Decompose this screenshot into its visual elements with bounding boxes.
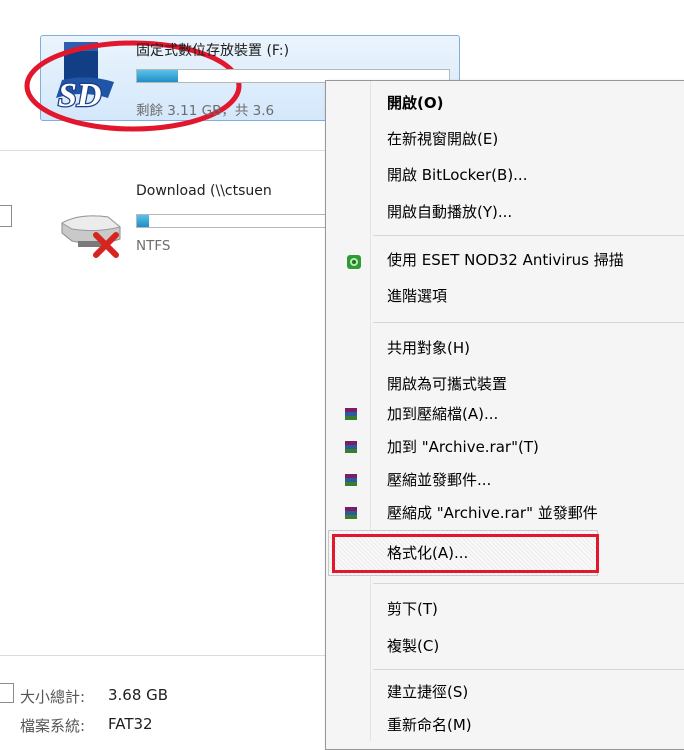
network-drive-filesystem: NTFS (136, 238, 171, 254)
winrar-icon (345, 507, 357, 519)
menu-item-open-portable[interactable]: 開啟為可攜式裝置 (387, 374, 507, 394)
menu-item-eset-scan[interactable]: 使用 ESET NOD32 Antivirus 掃描 (387, 250, 624, 270)
winrar-icon (345, 474, 357, 486)
annotation-rectangle (332, 534, 599, 573)
menu-item-share-with[interactable]: 共用對象(H) (387, 338, 470, 358)
drive-usage-fill (137, 70, 178, 82)
filesystem-value: FAT32 (108, 715, 153, 733)
menu-item-add-to-archive-rar[interactable]: 加到 "Archive.rar"(T) (387, 437, 539, 457)
checkbox[interactable] (0, 205, 12, 227)
menu-item-compress-email[interactable]: 壓縮並發郵件... (387, 470, 491, 490)
menu-item-open[interactable]: 開啟(O) (387, 93, 443, 113)
winrar-icon (345, 441, 357, 453)
divider (0, 150, 326, 151)
menu-item-autoplay[interactable]: 開啟自動播放(Y)... (387, 202, 512, 222)
network-drive-usage-fill (137, 215, 149, 227)
menu-item-rename[interactable]: 重新命名(M) (387, 715, 472, 735)
menu-separator (373, 669, 684, 670)
drive-usage-text: 剩餘 3.11 GB，共 3.6 (136, 103, 275, 119)
menu-item-compress-rar-email[interactable]: 壓縮成 "Archive.rar" 並發郵件 (387, 503, 598, 523)
menu-separator (373, 322, 684, 323)
total-size-value: 3.68 GB (108, 686, 169, 704)
menu-item-create-shortcut[interactable]: 建立捷徑(S) (387, 682, 468, 702)
menu-item-advanced[interactable]: 進階選項 (387, 286, 447, 306)
menu-item-open-new-window[interactable]: 在新視窗開啟(E) (387, 129, 498, 149)
menu-item-copy[interactable]: 複製(C) (387, 636, 439, 656)
menu-item-cut[interactable]: 剪下(T) (387, 599, 438, 619)
total-size-label: 大小總計: (20, 688, 86, 706)
menu-item-add-to-archive[interactable]: 加到壓縮檔(A)... (387, 404, 498, 424)
menu-separator (373, 235, 684, 236)
menu-item-bitlocker[interactable]: 開啟 BitLocker(B)... (387, 165, 527, 185)
divider (0, 655, 326, 656)
network-drive-disconnected-icon (61, 215, 122, 258)
menu-gutter (370, 81, 371, 741)
menu-separator (373, 583, 684, 584)
network-drive-title: Download (\\ctsuen (136, 183, 272, 199)
eset-icon (347, 255, 361, 269)
details-checkbox[interactable] (0, 683, 14, 703)
winrar-icon (345, 408, 357, 420)
network-drive-usage-bar (136, 214, 336, 228)
drive-title: 固定式數位存放裝置 (F:) (136, 43, 290, 59)
